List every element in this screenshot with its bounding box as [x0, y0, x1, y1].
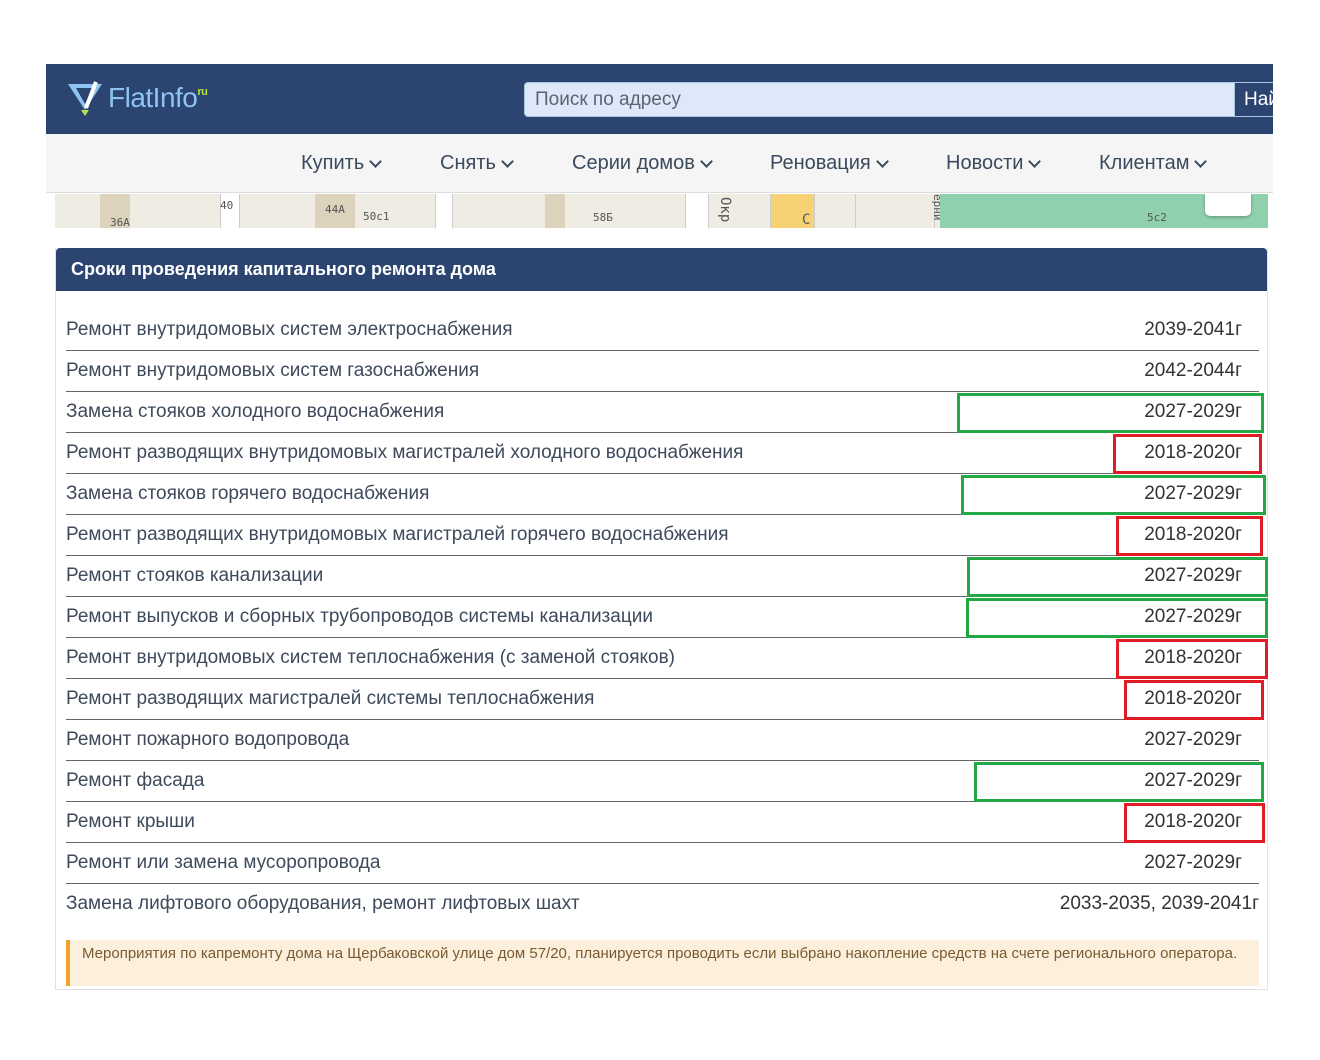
repair-row: Ремонт внутридомовых систем теплоснабжен… [66, 638, 1268, 679]
section-title: Сроки проведения капитального ремонта до… [56, 248, 1267, 291]
chevron-down-icon [369, 154, 383, 168]
repair-period: 2027-2029г [1144, 401, 1242, 422]
repair-period: 2027-2029г [1144, 729, 1242, 750]
nav-clients[interactable]: Клиентам [1099, 152, 1208, 175]
repair-row: Ремонт разводящих магистралей системы те… [66, 679, 1264, 720]
repair-row: Ремонт внутридомовых систем электроснабж… [66, 310, 1259, 351]
logo-text: FlatInforu [108, 82, 208, 113]
logo[interactable]: FlatInforu [66, 80, 208, 116]
fullscreen-button[interactable] [1205, 194, 1251, 216]
repair-period: 2027-2029г [1144, 565, 1242, 586]
repair-name: Замена лифтового оборудования, ремонт ли… [66, 893, 580, 914]
repair-period: 2018-2020г [1144, 524, 1242, 545]
repair-name: Ремонт крыши [66, 811, 195, 832]
map-strip[interactable]: 36А 40 44А 50с1 58Б Окр С ерни 5с2 [55, 194, 1268, 228]
search-button[interactable]: Най [1234, 82, 1273, 117]
repair-period: 2027-2029г [1144, 606, 1242, 627]
repair-name: Замена стояков горячего водоснабжения [66, 483, 430, 504]
repair-period: 2027-2029г [1144, 852, 1242, 873]
repair-row: Ремонт разводящих внутридомовых магистра… [66, 515, 1263, 556]
repair-name: Ремонт разводящих внутридомовых магистра… [66, 524, 729, 545]
chevron-down-icon [1194, 154, 1208, 168]
repair-name: Ремонт разводящих магистралей системы те… [66, 688, 595, 709]
repair-period: 2018-2020г [1144, 647, 1242, 668]
site-header: FlatInforu Поиск по адресу Най [46, 64, 1273, 134]
repair-period: 2039-2041г [1144, 319, 1242, 340]
main-nav: Купить Снять Серии домов Реновация Новос… [46, 134, 1273, 193]
repair-name: Ремонт или замена мусоропровода [66, 852, 381, 873]
repair-period: 2018-2020г [1144, 688, 1242, 709]
nav-rent[interactable]: Снять [440, 152, 514, 175]
repair-name: Ремонт внутридомовых систем электроснабж… [66, 319, 513, 340]
repair-row: Замена стояков горячего водоснабжения 202… [66, 474, 1266, 515]
nav-house-series[interactable]: Серии домов [572, 152, 713, 175]
chevron-down-icon [1028, 154, 1042, 168]
repair-row: Замена стояков холодного водоснабжения 20… [66, 392, 1264, 433]
repair-name: Ремонт внутридомовых систем газоснабжени… [66, 360, 480, 381]
repair-row: Ремонт внутридомовых систем газоснабжени… [66, 351, 1259, 392]
repair-period: 2018-2020г [1144, 811, 1242, 832]
repair-name: Ремонт выпусков и сборных трубопроводов … [66, 606, 653, 627]
repair-name: Ремонт пожарного водопровода [66, 729, 350, 750]
chevron-down-icon [875, 154, 889, 168]
repair-row: Ремонт стояков канализации 2027-2029г [66, 556, 1268, 597]
repair-name: Ремонт стояков канализации [66, 565, 324, 586]
repair-row: Ремонт пожарного водопровода 2027-2029г [66, 720, 1259, 761]
repair-name: Ремонт фасада [66, 770, 205, 791]
logo-icon [68, 81, 102, 116]
nav-buy[interactable]: Купить [301, 152, 383, 175]
nav-news[interactable]: Новости [946, 152, 1042, 175]
nav-renovation[interactable]: Реновация [770, 152, 889, 175]
repair-row: Замена лифтового оборудования, ремонт ли… [66, 884, 1259, 925]
info-note: Мероприятия по капремонту дома на Щербак… [66, 940, 1259, 986]
repair-period: 2027-2029г [1144, 770, 1242, 791]
chevron-down-icon [501, 154, 514, 168]
repair-row: Ремонт фасада 2027-2029г [66, 761, 1264, 802]
capital-repair-section: Сроки проведения капитального ремонта до… [55, 248, 1268, 990]
chevron-down-icon [700, 154, 713, 168]
repair-period: 2027-2029г [1144, 483, 1242, 504]
repair-period: 2033-2035, 2039-2041г [1059, 893, 1259, 914]
address-search-input[interactable]: Поиск по адресу [524, 82, 1236, 117]
repair-name: Ремонт разводящих внутридомовых магистра… [66, 442, 744, 463]
repair-name: Ремонт внутридомовых систем теплоснабжен… [66, 647, 676, 668]
repair-row: Ремонт или замена мусоропровода 2027-2029… [66, 843, 1259, 884]
repair-period: 2018-2020г [1144, 442, 1242, 463]
repair-period: 2042-2044г [1144, 360, 1242, 381]
repair-row: Ремонт разводящих внутридомовых магистра… [66, 433, 1262, 474]
repair-name: Замена стояков холодного водоснабжения [66, 401, 445, 422]
repair-row: Ремонт крыши 2018-2020г [66, 802, 1265, 843]
repair-row: Ремонт выпусков и сборных трубопроводов … [66, 597, 1268, 638]
